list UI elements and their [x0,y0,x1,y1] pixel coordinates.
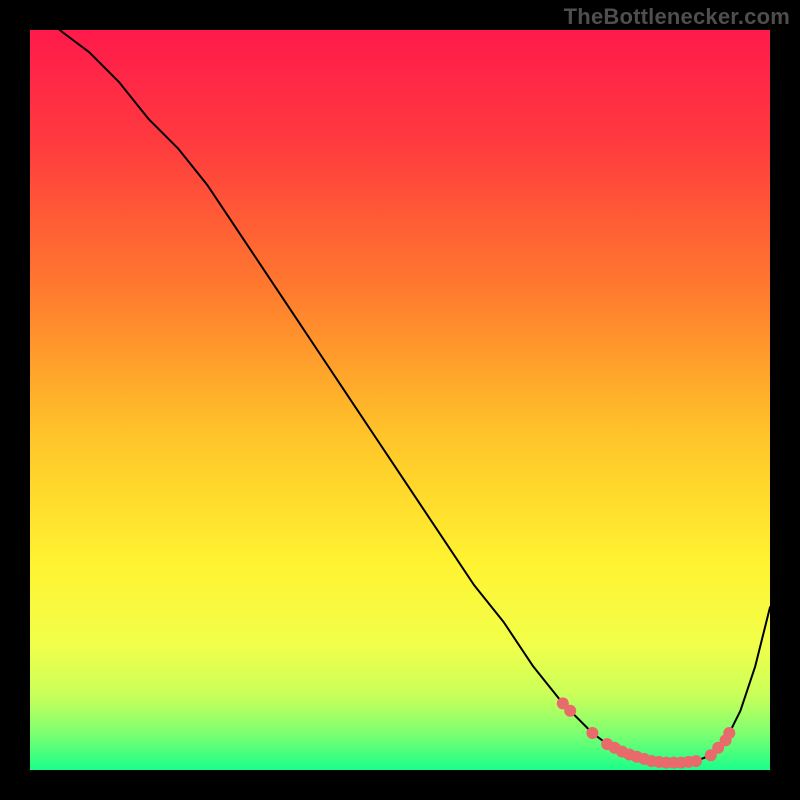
watermark-text: TheBottlenecker.com [564,4,790,30]
chart-frame: TheBottlenecker.com [0,0,800,800]
marker-dot [690,755,702,767]
marker-dot [586,727,598,739]
marker-dot [564,705,576,717]
chart-background [30,30,770,770]
plot-area [30,30,770,770]
chart-svg [30,30,770,770]
marker-dot [723,727,735,739]
